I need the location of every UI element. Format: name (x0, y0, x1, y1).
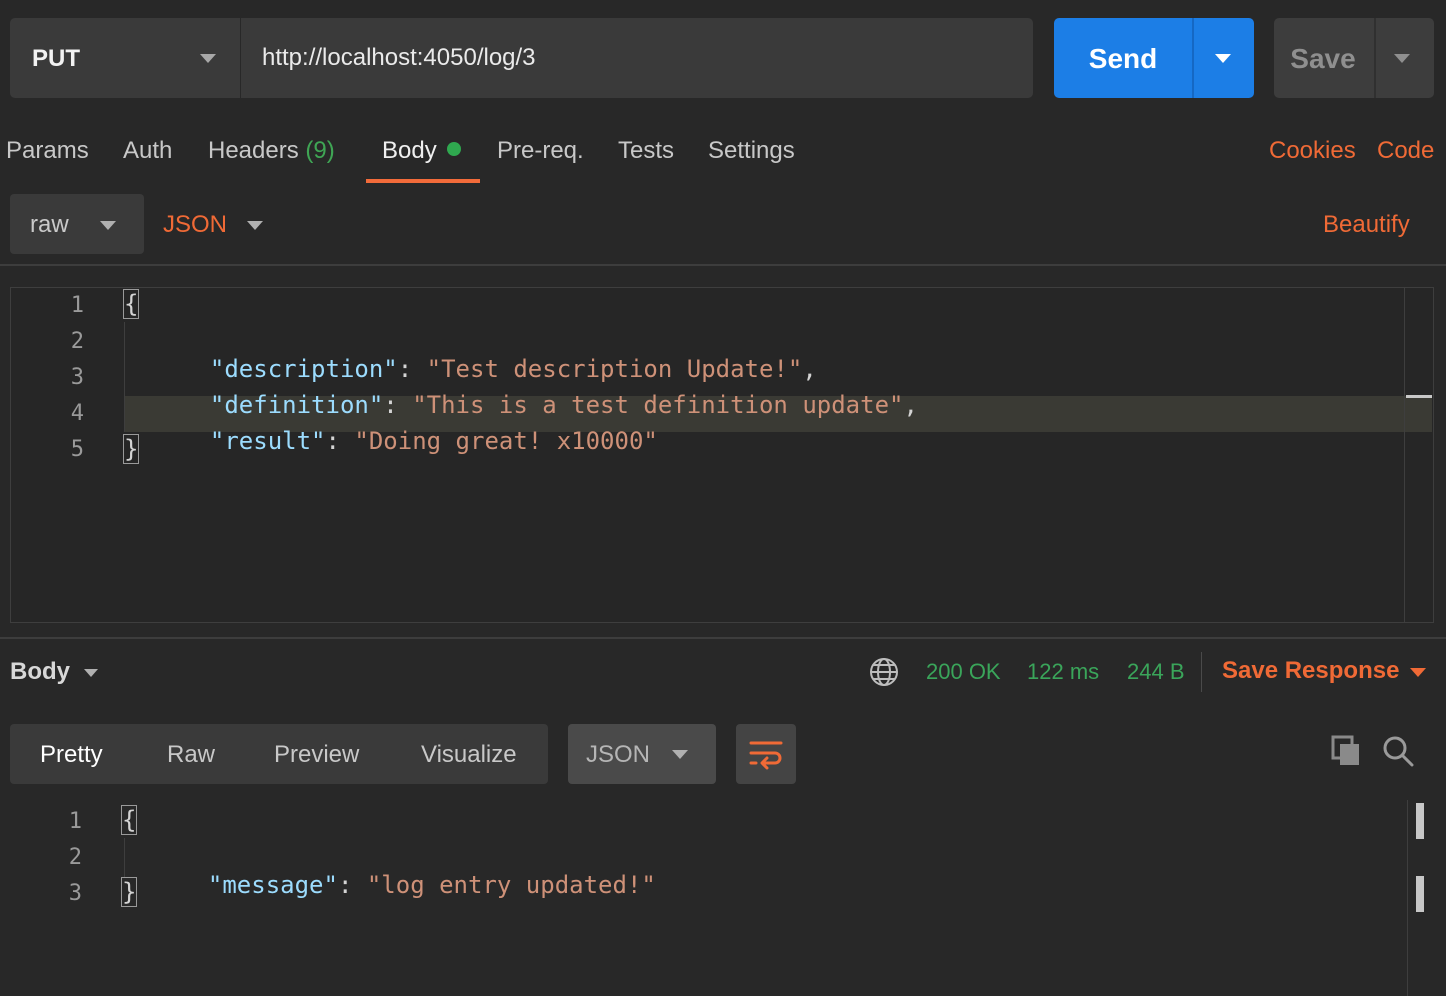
code-line: "result": "Doing great! x10000" (181, 399, 658, 455)
editor-scrollbar-track (1404, 288, 1405, 622)
editor-scrollbar-marker[interactable] (1406, 395, 1432, 398)
viewer-scrollbar-thumb[interactable] (1416, 803, 1424, 839)
divider (1201, 652, 1202, 692)
chevron-down-icon (1215, 54, 1231, 63)
copy-icon[interactable] (1330, 734, 1362, 768)
viewer-scrollbar-track (1407, 800, 1408, 996)
chevron-down-icon (247, 221, 263, 230)
json-close-brace: } (122, 434, 140, 464)
headers-count-badge: (9) (305, 137, 335, 164)
tab-body[interactable]: Body (382, 137, 461, 165)
response-time[interactable]: 122 ms (1027, 659, 1099, 685)
beautify-link[interactable]: Beautify (1323, 211, 1410, 239)
response-language-label: JSON (586, 741, 651, 768)
json-value: "log entry updated!" (366, 871, 656, 899)
code-link[interactable]: Code (1377, 137, 1434, 165)
indent-guide (124, 322, 125, 432)
url-input[interactable] (241, 18, 1033, 98)
code-line: "message": "log entry updated!" (179, 843, 656, 899)
chevron-down-icon (672, 750, 688, 759)
tab-settings[interactable]: Settings (708, 137, 795, 165)
json-open-brace: { (120, 805, 138, 835)
response-view-tabs: Pretty Raw Preview Visualize (10, 724, 548, 784)
send-button-group: Send (1054, 18, 1254, 98)
tab-body-label: Body (382, 137, 437, 164)
divider (0, 264, 1446, 266)
method-select[interactable]: PUT (10, 18, 240, 98)
json-colon: : (325, 427, 355, 455)
cookies-link[interactable]: Cookies (1269, 137, 1356, 165)
view-tab-pretty[interactable]: Pretty (40, 741, 103, 769)
line-number: 1 (70, 293, 84, 318)
json-colon: : (337, 871, 367, 899)
line-number: 5 (70, 437, 84, 462)
response-body-select[interactable]: Body (10, 654, 110, 690)
json-open-brace: { (122, 289, 140, 319)
save-response-button[interactable]: Save Response (1222, 654, 1432, 690)
line-number: 3 (68, 881, 82, 906)
body-language-label: JSON (163, 211, 228, 238)
view-tab-visualize[interactable]: Visualize (421, 741, 517, 769)
json-key: "result" (209, 427, 326, 455)
view-tab-raw[interactable]: Raw (167, 741, 215, 769)
active-tab-indicator (366, 179, 480, 183)
viewer-scrollbar-thumb[interactable] (1416, 876, 1424, 912)
line-number: 3 (70, 365, 84, 390)
tab-prereq[interactable]: Pre-req. (497, 137, 584, 165)
globe-icon[interactable] (868, 656, 900, 688)
body-mode-label: raw (30, 211, 69, 238)
body-status-dot (446, 142, 461, 156)
save-button-group: Save (1274, 18, 1434, 98)
status-code[interactable]: 200 OK (926, 659, 1001, 685)
body-language-select[interactable]: JSON (163, 194, 273, 254)
response-size[interactable]: 244 B (1127, 659, 1185, 685)
line-number: 1 (68, 809, 82, 834)
line-number: 4 (70, 401, 84, 426)
json-value: "Doing great! x10000" (354, 427, 658, 455)
search-icon[interactable] (1382, 734, 1414, 768)
save-divider (1374, 18, 1376, 98)
chevron-down-icon (100, 221, 116, 230)
tab-auth[interactable]: Auth (123, 137, 172, 165)
json-close-brace: } (120, 877, 138, 907)
chevron-down-icon (84, 669, 98, 677)
chevron-down-icon (200, 54, 216, 63)
method-label: PUT (32, 45, 80, 72)
line-number: 2 (68, 845, 82, 870)
send-button[interactable]: Send (1054, 43, 1192, 75)
line-number: 2 (70, 329, 84, 354)
send-options-button[interactable] (1194, 18, 1254, 98)
save-options-chevron-icon[interactable] (1394, 54, 1410, 63)
tab-tests[interactable]: Tests (618, 137, 674, 165)
view-tab-preview[interactable]: Preview (274, 741, 359, 769)
chevron-down-icon (1410, 668, 1426, 677)
tab-headers[interactable]: Headers (9) (208, 137, 335, 165)
response-body-label: Body (10, 658, 70, 685)
tab-params[interactable]: Params (6, 137, 89, 165)
json-comma: , (903, 391, 918, 419)
indent-guide (124, 838, 125, 878)
save-response-label: Save Response (1222, 657, 1400, 684)
divider (0, 637, 1446, 639)
body-mode-select[interactable]: raw (10, 194, 144, 254)
response-language-select[interactable]: JSON (568, 724, 716, 784)
wrap-icon (749, 737, 783, 776)
wrap-lines-button[interactable] (736, 724, 796, 784)
save-button[interactable]: Save (1274, 43, 1372, 75)
tab-headers-label: Headers (208, 137, 299, 164)
json-key: "message" (207, 871, 338, 899)
